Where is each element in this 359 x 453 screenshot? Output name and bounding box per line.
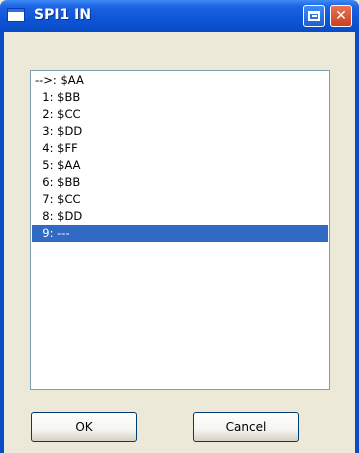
list-item[interactable]: 4: $FF — [32, 140, 328, 157]
list-item[interactable]: 5: $AA — [32, 157, 328, 174]
close-button[interactable]: ✕ — [330, 5, 352, 27]
window-icon — [7, 8, 25, 22]
list-item[interactable]: 6: $BB — [32, 174, 328, 191]
value-listbox[interactable]: -->: $AA 1: $BB 2: $CC 3: $DD 4: $FF 5: … — [30, 70, 330, 390]
list-item[interactable]: 2: $CC — [32, 106, 328, 123]
window-frame-right — [355, 32, 359, 453]
list-item[interactable]: 1: $BB — [32, 89, 328, 106]
restore-button[interactable] — [303, 5, 325, 27]
close-icon: ✕ — [335, 8, 347, 24]
ok-button[interactable]: OK — [31, 412, 137, 442]
window-frame-left — [0, 32, 4, 453]
cancel-button[interactable]: Cancel — [193, 412, 299, 442]
dialog-window: SPI1 IN ✕ -->: $AA 1: $BB 2: $CC 3: $DD … — [0, 0, 359, 453]
list-item-selected[interactable]: 9: --- — [32, 225, 328, 242]
list-item[interactable]: 3: $DD — [32, 123, 328, 140]
list-item[interactable]: 8: $DD — [32, 208, 328, 225]
restore-icon — [308, 11, 320, 21]
title-bar[interactable]: SPI1 IN ✕ — [0, 0, 359, 32]
list-item[interactable]: -->: $AA — [32, 72, 328, 89]
window-title: SPI1 IN — [34, 7, 92, 23]
list-item[interactable]: 7: $CC — [32, 191, 328, 208]
